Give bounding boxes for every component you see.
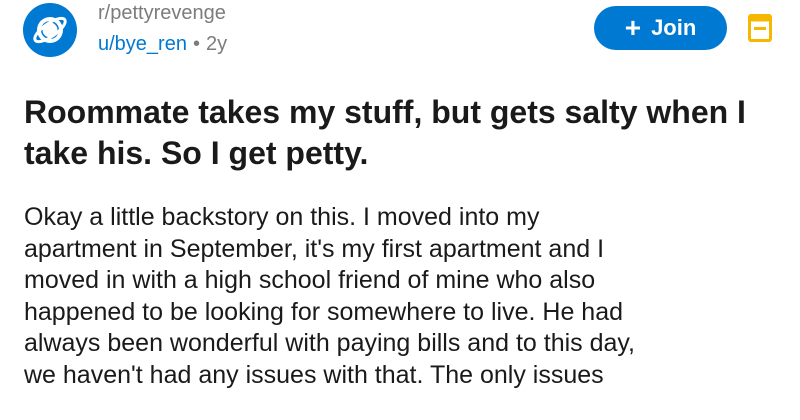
post-header: r/pettyrevenge u/bye_ren • 2y + Join <box>0 0 800 70</box>
join-label: Join <box>651 15 697 40</box>
join-button[interactable]: + Join <box>594 6 727 50</box>
post-body: Okay a little backstory on this. I moved… <box>24 202 794 391</box>
subreddit-avatar[interactable] <box>23 3 77 57</box>
post-body-line: Okay a little backstory on this. I moved… <box>24 203 540 231</box>
post-title[interactable]: Roommate takes my stuff, but gets salty … <box>24 92 784 174</box>
meta-separator: • <box>192 33 200 55</box>
author-link[interactable]: u/bye_ren <box>98 33 187 55</box>
planet-icon <box>33 16 67 44</box>
post-body-line: always been wonderful with paying bills … <box>24 329 635 357</box>
post-age: 2y <box>205 33 228 55</box>
post-body-line: moved in with a high school friend of mi… <box>24 266 596 294</box>
subreddit-name[interactable]: r/pettyrevenge <box>98 1 226 25</box>
save-icon[interactable] <box>748 14 772 42</box>
plus-icon: + <box>624 12 642 43</box>
post-body-line: apartment in September, it's my first ap… <box>24 234 605 263</box>
post-meta: u/bye_ren • 2y <box>98 32 227 56</box>
post-body-line: we haven't had any issues with that. The… <box>24 360 604 389</box>
post-body-line: happened to be looking for somewhere to … <box>24 297 623 326</box>
